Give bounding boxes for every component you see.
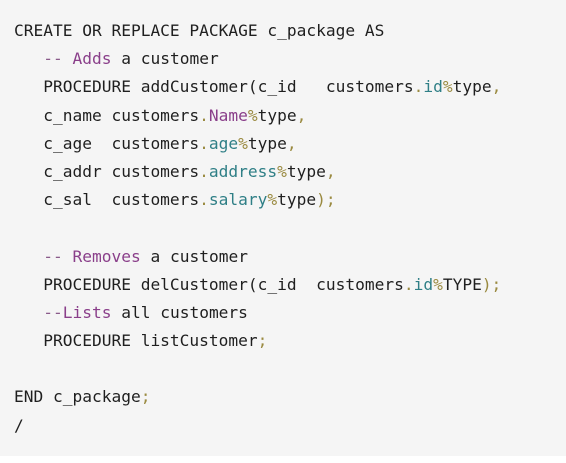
code-token-punct: . <box>199 133 209 153</box>
code-token-attr: salary <box>208 190 268 210</box>
code-token-ident <box>14 247 43 266</box>
code-token-attr: address <box>208 161 278 181</box>
code-token-ident <box>14 303 43 322</box>
code-block: CREATE OR REPLACE PACKAGE c_package AS -… <box>0 0 566 456</box>
code-token-ident: c_addr customers <box>14 161 200 181</box>
code-token-punct: . <box>199 105 209 125</box>
code-token-ident <box>14 49 43 68</box>
code-token-punct: ); <box>316 190 336 210</box>
code-token-punct: ); <box>481 274 502 294</box>
code-token-name: Lists <box>62 302 112 322</box>
code-token-ident: c_package <box>43 387 141 407</box>
code-token-ident: c_sal customers <box>14 190 200 210</box>
code-token-punct: . <box>403 274 414 294</box>
code-token-punct: , <box>296 105 307 125</box>
code-line: c_age customers.age%type, <box>14 130 566 158</box>
code-token-keyword: END <box>14 387 44 407</box>
code-line: CREATE OR REPLACE PACKAGE c_package AS <box>14 17 566 45</box>
code-token-ident: / <box>14 415 24 435</box>
code-token-punct: ; <box>140 387 151 407</box>
code-token-comment: -- <box>43 246 73 266</box>
code-token-punct: % <box>277 161 287 181</box>
code-token-ident: c_age customers <box>14 133 200 153</box>
code-line: -- Adds a customer <box>14 45 566 73</box>
code-token-ident: type <box>452 77 492 97</box>
code-line: c_sal customers.salary%type); <box>14 186 566 214</box>
code-token-attr: id <box>413 274 434 294</box>
code-token-punct: % <box>247 105 258 125</box>
code-token-attr: age <box>208 133 239 153</box>
code-token-ident: all customers <box>111 302 248 322</box>
code-token-punct: , <box>325 161 336 181</box>
code-token-comment: -- <box>43 49 73 69</box>
code-token-ident: type <box>277 190 317 210</box>
code-token-punct: % <box>267 190 278 210</box>
code-line: PROCEDURE listCustomer; <box>14 327 566 355</box>
code-token-punct: , <box>286 133 297 153</box>
code-token-ident: TYPE <box>442 274 482 294</box>
code-line: / <box>14 412 566 440</box>
code-token-ident: PROCEDURE addCustomer(c_id customers <box>14 77 414 97</box>
code-line: END c_package; <box>14 383 566 411</box>
code-token-ident: type <box>247 133 287 153</box>
code-token-punct: , <box>491 77 502 97</box>
code-token-name: Name <box>208 105 248 125</box>
code-token-comment: -- <box>43 302 63 322</box>
code-token-punct: % <box>433 274 443 294</box>
code-token-name: Removes <box>72 246 141 266</box>
code-token-punct: ; <box>257 331 268 351</box>
code-token-punct: . <box>199 190 209 210</box>
code-token-punct: % <box>238 133 248 153</box>
code-token-keyword: CREATE OR REPLACE PACKAGE c_package AS <box>14 21 385 40</box>
code-line: PROCEDURE delCustomer(c_id customers.id%… <box>14 271 566 299</box>
code-token-ident: type <box>257 105 297 125</box>
code-line: -- Removes a customer <box>14 243 566 271</box>
code-token-ident: PROCEDURE delCustomer(c_id customers <box>14 274 404 294</box>
code-token-punct: . <box>413 77 424 97</box>
code-token-ident: a customer <box>111 49 219 69</box>
code-token-attr: id <box>423 77 443 97</box>
code-token-ident: a customer <box>140 246 248 266</box>
code-line: c_addr customers.address%type, <box>14 158 566 186</box>
code-token-name: Adds <box>72 49 112 69</box>
code-token-punct: . <box>199 161 209 181</box>
code-token-ident: c_name customers <box>14 105 200 125</box>
code-token-ident: PROCEDURE listCustomer <box>14 331 258 351</box>
code-token-punct: % <box>442 77 453 97</box>
code-line: PROCEDURE addCustomer(c_id customers.id%… <box>14 73 566 101</box>
code-token-ident: type <box>286 161 326 181</box>
code-line: c_name customers.Name%type, <box>14 102 566 130</box>
code-line: --Lists all customers <box>14 299 566 327</box>
